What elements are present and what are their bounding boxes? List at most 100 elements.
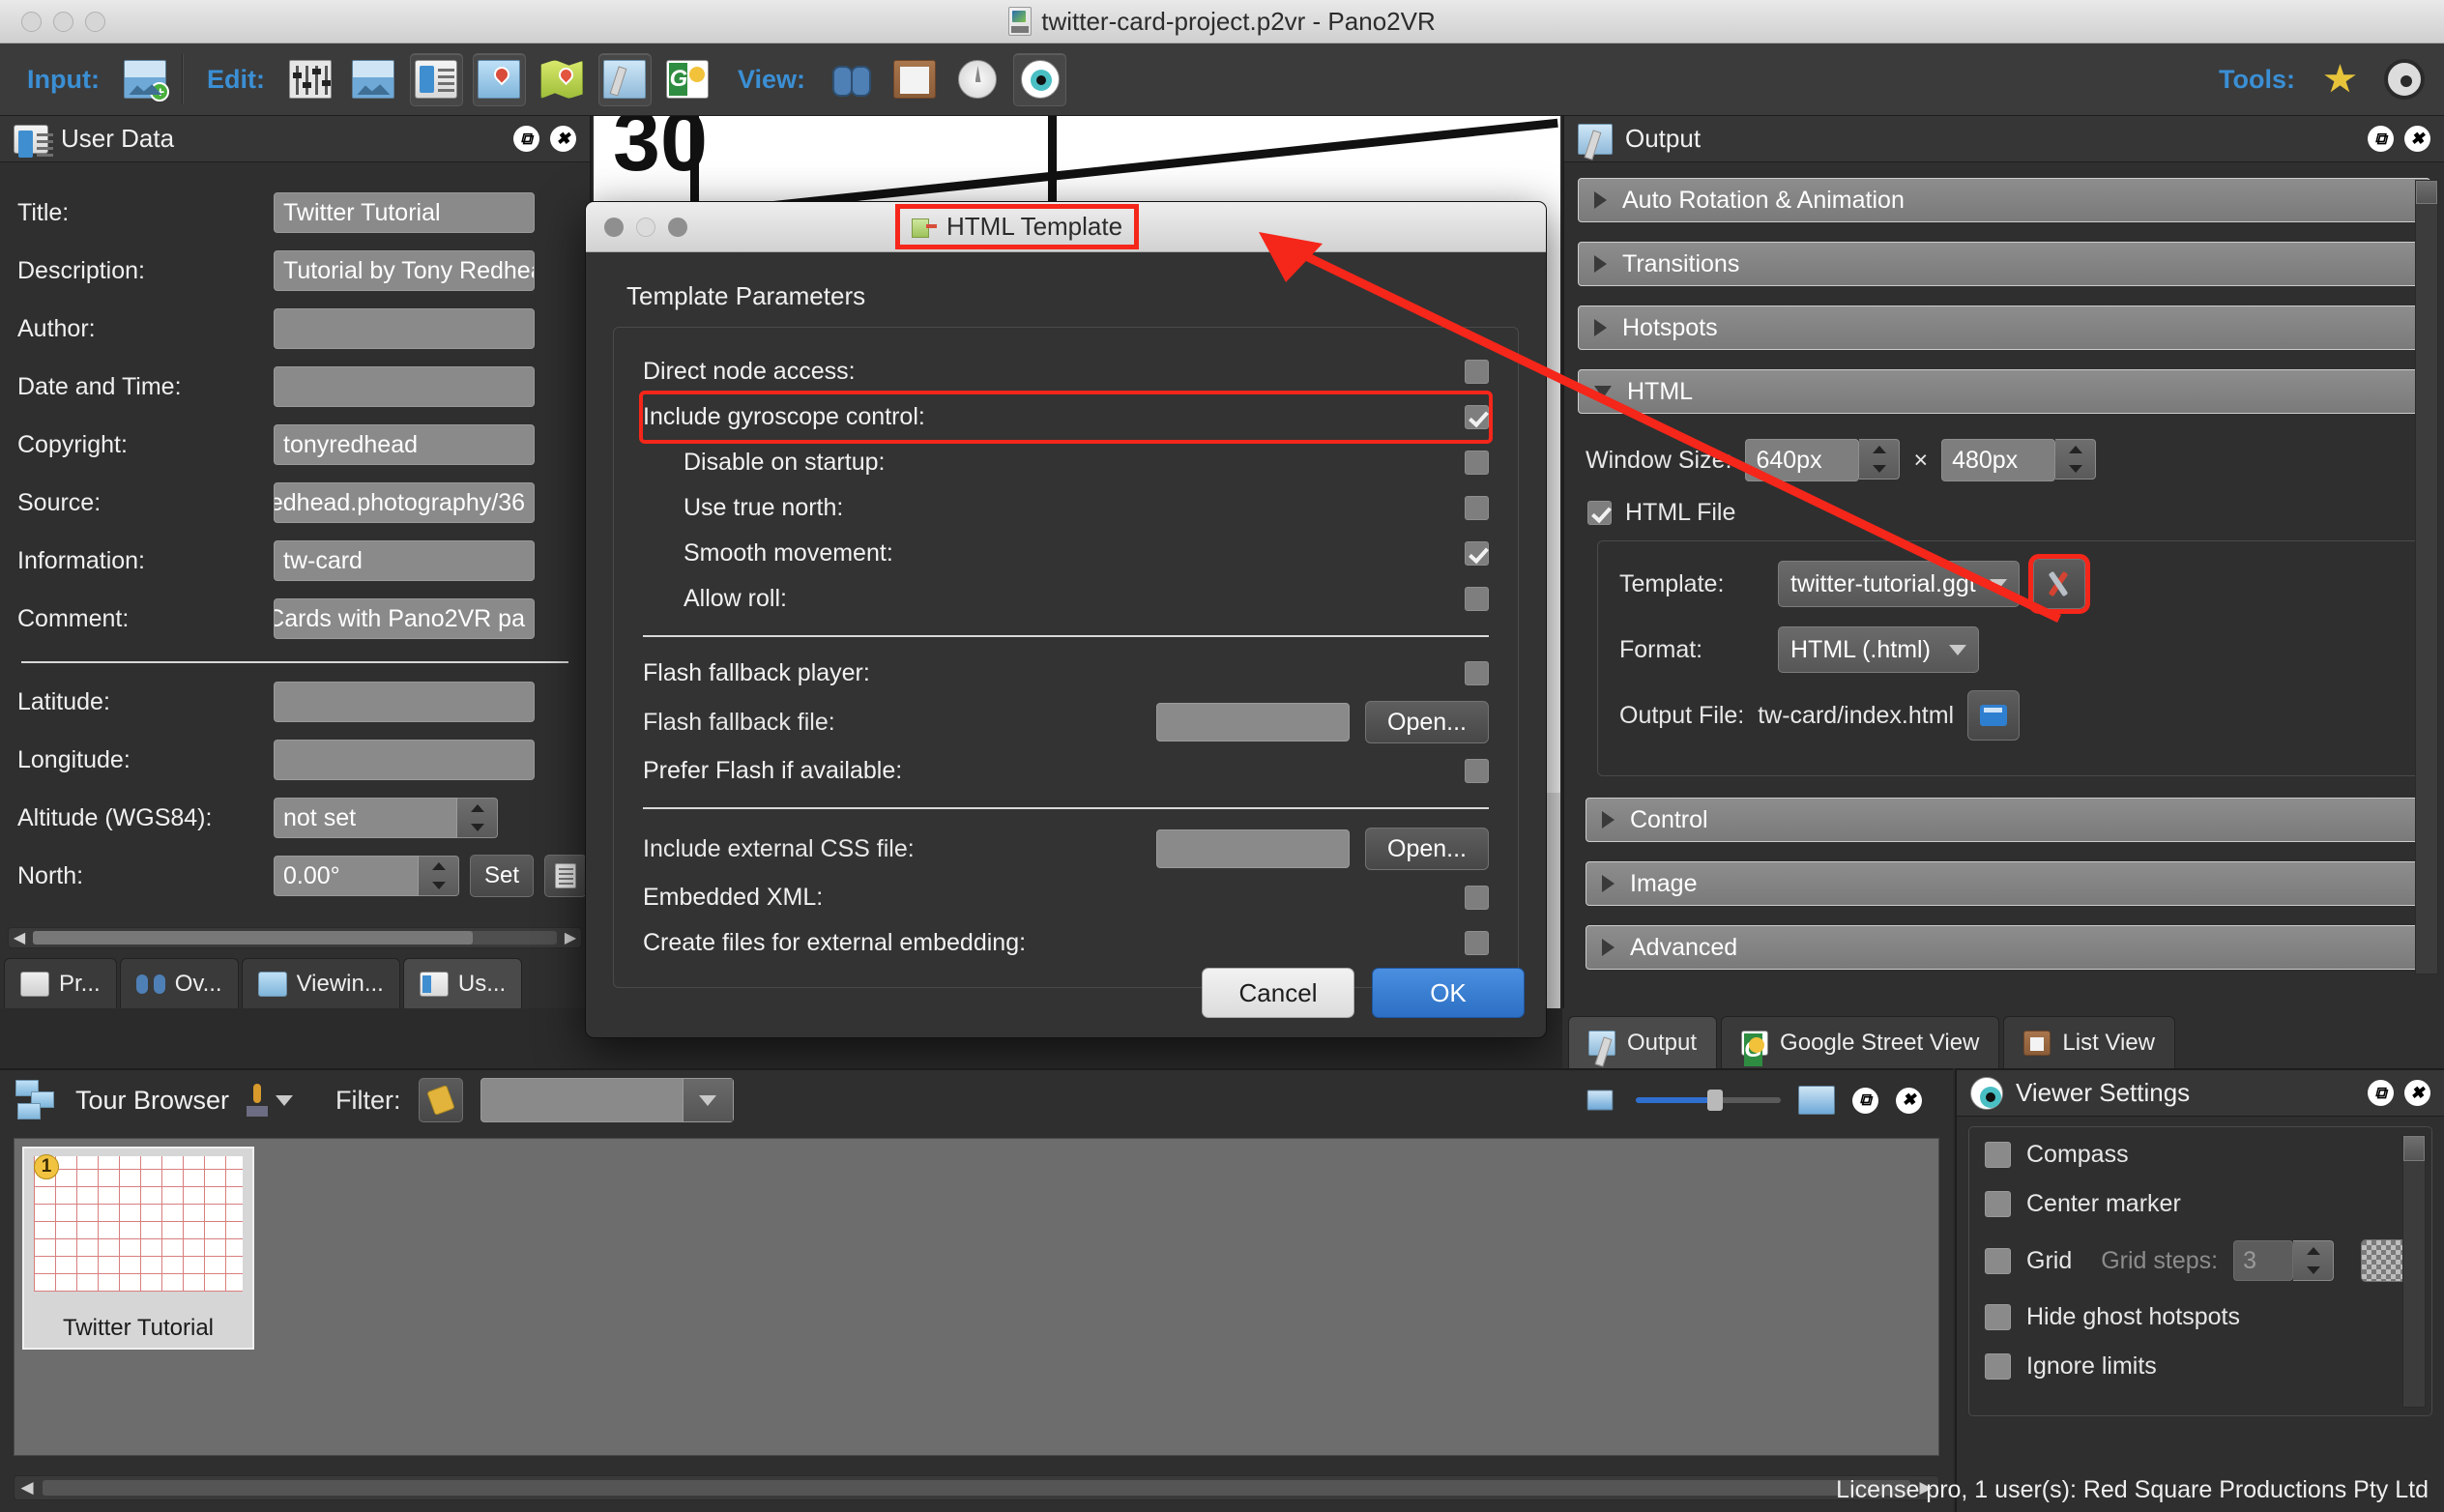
user-data-button[interactable]: [409, 52, 463, 106]
list-view-button[interactable]: [887, 53, 941, 106]
tour-browser-scrollbar[interactable]: ◀ ▶: [14, 1475, 1939, 1500]
html-file-checkbox[interactable]: [1587, 501, 1612, 525]
close-button[interactable]: [21, 12, 42, 32]
option-row-grid[interactable]: Grid Grid steps: 3: [1985, 1239, 2416, 1282]
compass-checkbox[interactable]: [1985, 1142, 2011, 1168]
window-height-stepper[interactable]: [2055, 439, 2097, 480]
grid-steps-input[interactable]: 3: [2233, 1240, 2294, 1281]
overview-button[interactable]: [347, 53, 400, 106]
viewer-settings-button[interactable]: [1013, 52, 1066, 106]
close-icon[interactable]: ✖: [550, 126, 576, 152]
thumbnail-zoom-control[interactable]: ⧉ ✖: [1582, 1086, 1937, 1115]
window-height-group[interactable]: 480px: [1941, 439, 2097, 481]
option-row-center-marker[interactable]: Center marker: [1985, 1190, 2416, 1218]
section-image[interactable]: Image: [1586, 861, 2423, 906]
skin-editor-button[interactable]: [2314, 53, 2368, 106]
scroll-left-arrow-icon[interactable]: ◀: [9, 928, 30, 947]
scroll-track[interactable]: [43, 1480, 1910, 1496]
zoom-out-icon[interactable]: [1586, 1090, 1614, 1111]
tour-node-item[interactable]: 1 Twitter Tutorial: [22, 1147, 254, 1350]
html-file-row[interactable]: HTML File: [1587, 499, 2423, 527]
param-row-prefer-flash[interactable]: Prefer Flash if available:: [643, 748, 1489, 794]
north-input[interactable]: 0.00°: [274, 856, 419, 896]
output-close-icon[interactable]: ✖: [2404, 126, 2430, 152]
date-time-input[interactable]: [274, 366, 535, 407]
format-select[interactable]: HTML (.html): [1778, 626, 1979, 673]
option-row-hide-ghost-hotspots[interactable]: Hide ghost hotspots: [1985, 1303, 2416, 1331]
create-files-external-embedding-checkbox[interactable]: [1465, 931, 1489, 955]
use-true-north-checkbox[interactable]: [1465, 496, 1489, 520]
include-gyroscope-control-checkbox[interactable]: [1465, 405, 1489, 429]
viewer-close-icon[interactable]: ✖: [2404, 1080, 2430, 1106]
flash-fallback-file-open-button[interactable]: Open...: [1365, 701, 1489, 743]
param-row-smooth-movement[interactable]: Smooth movement:: [643, 531, 1489, 576]
scroll-track[interactable]: [33, 931, 557, 945]
section-control[interactable]: Control: [1586, 798, 2423, 842]
minimize-button[interactable]: [53, 12, 73, 32]
user-data-panel-header-buttons[interactable]: ⧉ ✖: [513, 126, 576, 152]
disable-on-startup-checkbox[interactable]: [1465, 451, 1489, 475]
center-marker-checkbox[interactable]: [1985, 1191, 2011, 1217]
flash-fallback-file-input[interactable]: [1156, 703, 1350, 741]
tab-list-view[interactable]: List View: [2003, 1016, 2175, 1068]
grid-steps-stepper[interactable]: [2293, 1240, 2335, 1281]
altitude-input[interactable]: not set: [274, 798, 457, 838]
dialog-maximize-button[interactable]: [668, 217, 687, 237]
scroll-up-arrow-icon[interactable]: [2403, 1136, 2425, 1161]
tab-output[interactable]: Output: [1568, 1016, 1718, 1068]
user-data-horizontal-scrollbar[interactable]: ◀ ▶: [8, 927, 582, 948]
section-auto-rotation-animation[interactable]: Auto Rotation & Animation: [1578, 178, 2430, 222]
browse-output-file-button[interactable]: [1967, 690, 2021, 741]
include-external-css-input[interactable]: [1156, 829, 1350, 868]
html-template-dialog[interactable]: HTML Template Template Parameters Direct…: [585, 201, 1547, 1038]
filter-tag-button[interactable]: [418, 1078, 463, 1122]
param-row-embedded-xml[interactable]: Embedded XML:: [643, 875, 1489, 920]
output-vertical-scrollbar[interactable]: [2415, 180, 2438, 974]
param-row-include-external-css[interactable]: Include external CSS file: Open...: [643, 823, 1489, 875]
window-width-group[interactable]: 640px: [1745, 439, 1901, 481]
param-row-flash-fallback-player[interactable]: Flash fallback player:: [643, 651, 1489, 696]
dialog-close-button[interactable]: [604, 217, 624, 237]
param-row-direct-node-access[interactable]: Direct node access:: [643, 349, 1489, 394]
viewer-settings-scrollbar[interactable]: [2402, 1135, 2426, 1408]
maximize-button[interactable]: [85, 12, 105, 32]
scroll-thumb[interactable]: [33, 931, 473, 945]
node-stamp-button[interactable]: [247, 1084, 294, 1117]
tour-browser-canvas[interactable]: 1 Twitter Tutorial: [14, 1138, 1939, 1456]
option-row-compass[interactable]: Compass: [1985, 1141, 2416, 1169]
dialog-window-controls[interactable]: [604, 217, 687, 237]
param-row-allow-roll[interactable]: Allow roll:: [643, 576, 1489, 622]
smooth-movement-checkbox[interactable]: [1465, 541, 1489, 566]
grid-checkbox[interactable]: [1985, 1247, 2011, 1274]
window-height-input[interactable]: 480px: [1941, 439, 2056, 481]
tour-undock-icon[interactable]: ⧉: [1852, 1087, 1878, 1114]
option-row-ignore-limits[interactable]: Ignore limits: [1985, 1352, 2416, 1381]
zoom-slider-knob[interactable]: [1707, 1090, 1723, 1111]
zoom-slider[interactable]: [1636, 1090, 1781, 1111]
cancel-button[interactable]: Cancel: [1202, 968, 1354, 1018]
properties-button[interactable]: [284, 53, 337, 106]
copyright-input[interactable]: tonyredhead: [274, 424, 535, 465]
google-street-view-button[interactable]: [661, 53, 714, 106]
ignore-limits-checkbox[interactable]: [1985, 1353, 2011, 1380]
output-undock-icon[interactable]: ⧉: [2368, 126, 2394, 152]
map-button[interactable]: [536, 53, 589, 106]
param-row-disable-on-startup[interactable]: Disable on startup:: [643, 440, 1489, 485]
filter-dropdown-button[interactable]: [682, 1079, 733, 1121]
allow-roll-checkbox[interactable]: [1465, 587, 1489, 611]
param-row-create-files-external-embedding[interactable]: Create files for external embedding:: [643, 920, 1489, 966]
add-panorama-button[interactable]: +: [119, 53, 172, 106]
section-html[interactable]: HTML: [1578, 369, 2430, 414]
edit-template-button[interactable]: [2028, 554, 2090, 614]
window-controls[interactable]: [21, 12, 105, 32]
param-row-flash-fallback-file[interactable]: Flash fallback file: Open...: [643, 696, 1489, 748]
source-input[interactable]: redhead.photography/36: [274, 482, 535, 523]
compass-button[interactable]: [950, 53, 1004, 106]
window-width-stepper[interactable]: [1859, 439, 1901, 480]
longitude-input[interactable]: [274, 740, 535, 780]
scroll-left-arrow-icon[interactable]: ◀: [15, 1478, 40, 1497]
window-width-input[interactable]: 640px: [1745, 439, 1860, 481]
filter-select[interactable]: [480, 1078, 734, 1122]
ok-button[interactable]: OK: [1372, 968, 1525, 1018]
dialog-minimize-button[interactable]: [636, 217, 655, 237]
